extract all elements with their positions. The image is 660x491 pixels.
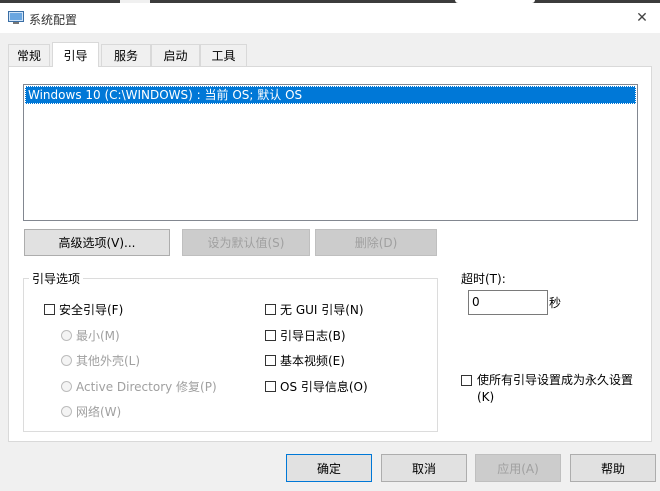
- timeout-label: 超时(T):: [461, 272, 506, 286]
- safe-mode-network-label: 网络(W): [76, 405, 122, 419]
- boot-log-checkbox[interactable]: 引导日志(B): [265, 327, 346, 344]
- safe-mode-network-radio[interactable]: 网络(W): [61, 403, 121, 420]
- safe-boot-checkbox[interactable]: 安全引导(F): [44, 301, 123, 318]
- checkbox-box[interactable]: [44, 304, 55, 315]
- boot-options-label: 引导选项: [29, 270, 84, 287]
- safe-mode-ad-repair-radio[interactable]: Active Directory 修复(P): [61, 378, 217, 395]
- window-title: 系统配置: [29, 13, 78, 27]
- radio-circle[interactable]: [61, 355, 72, 366]
- delete-button[interactable]: 删除(D): [315, 229, 437, 256]
- no-gui-boot-checkbox[interactable]: 无 GUI 引导(N): [265, 301, 364, 318]
- os-boot-info-label: OS 引导信息(O): [280, 380, 368, 394]
- checkbox-box[interactable]: [265, 304, 276, 315]
- title-bar: 系统配置 ✕: [0, 3, 660, 33]
- safe-mode-alternate-shell-label: 其他外壳(L): [76, 354, 141, 368]
- apply-button[interactable]: 应用(A): [475, 454, 561, 482]
- os-list[interactable]: Windows 10 (C:\WINDOWS) : 当前 OS; 默认 OS: [23, 84, 638, 221]
- set-default-button[interactable]: 设为默认值(S): [182, 229, 310, 256]
- base-video-label: 基本视频(E): [280, 354, 345, 368]
- make-permanent-label: 使所有引导设置成为永久设置(K): [477, 373, 634, 404]
- close-icon[interactable]: ✕: [624, 3, 660, 33]
- help-button[interactable]: 帮助: [570, 454, 656, 482]
- timeout-input[interactable]: 0: [468, 290, 548, 315]
- tab-general[interactable]: 常规: [8, 44, 50, 66]
- tab-startup[interactable]: 启动: [151, 44, 200, 66]
- radio-circle[interactable]: [61, 381, 72, 392]
- safe-mode-minimal-label: 最小(M): [76, 329, 120, 343]
- os-boot-info-checkbox[interactable]: OS 引导信息(O): [265, 378, 368, 395]
- checkbox-box[interactable]: [265, 330, 276, 341]
- cancel-button[interactable]: 取消: [381, 454, 467, 482]
- checkbox-box[interactable]: [265, 381, 276, 392]
- safe-mode-alternate-shell-radio[interactable]: 其他外壳(L): [61, 352, 140, 369]
- no-gui-boot-label: 无 GUI 引导(N): [280, 303, 364, 317]
- tab-boot[interactable]: 引导: [52, 42, 99, 67]
- radio-circle[interactable]: [61, 406, 72, 417]
- safe-mode-minimal-radio[interactable]: 最小(M): [61, 327, 120, 344]
- base-video-checkbox[interactable]: 基本视频(E): [265, 352, 345, 369]
- tab-services[interactable]: 服务: [101, 44, 151, 66]
- make-permanent-checkbox[interactable]: 使所有引导设置成为永久设置(K): [461, 372, 641, 406]
- checkbox-box[interactable]: [461, 375, 472, 386]
- os-list-item[interactable]: Windows 10 (C:\WINDOWS) : 当前 OS; 默认 OS: [25, 86, 636, 104]
- safe-boot-label: 安全引导(F): [59, 303, 124, 317]
- ok-button[interactable]: 确定: [286, 454, 372, 482]
- system-config-app-icon: [8, 11, 24, 24]
- radio-circle[interactable]: [61, 330, 72, 341]
- safe-mode-ad-repair-label: Active Directory 修复(P): [76, 380, 217, 394]
- boot-log-label: 引导日志(B): [280, 329, 346, 343]
- tab-tools[interactable]: 工具: [200, 44, 247, 66]
- timeout-unit: 秒: [549, 296, 562, 310]
- advanced-options-button[interactable]: 高级选项(V)...: [24, 229, 170, 256]
- checkbox-box[interactable]: [265, 355, 276, 366]
